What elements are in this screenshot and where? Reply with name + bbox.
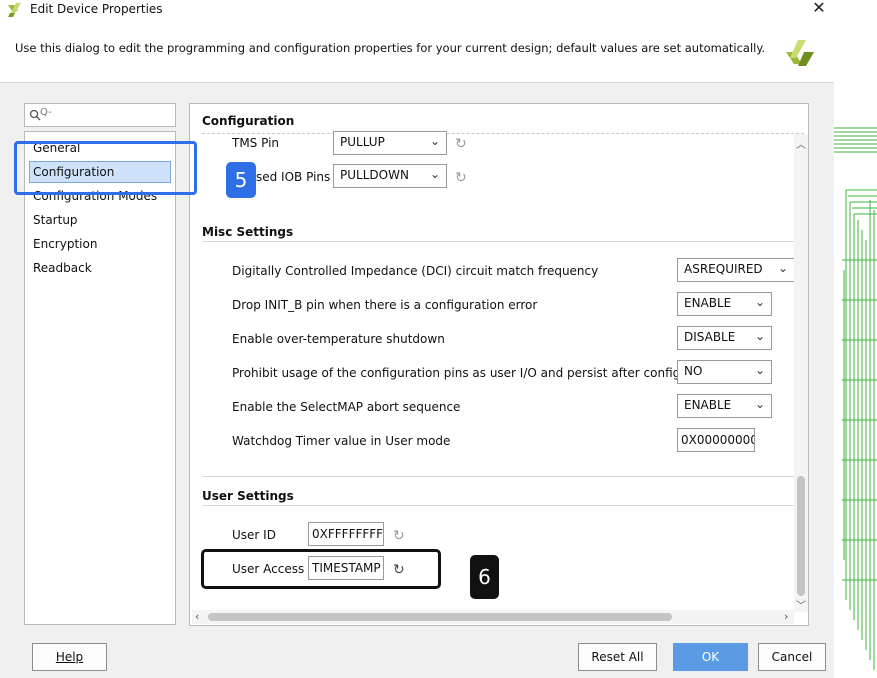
brand-logo-icon — [786, 40, 814, 66]
unused-iob-pins-value: PULLDOWN — [340, 168, 409, 182]
user-id-input[interactable]: 0XFFFFFFFF — [308, 522, 384, 546]
edit-device-properties-dialog: Edit Device Properties ✕ Use this dialog… — [0, 0, 834, 678]
chevron-down-icon: ⌄ — [429, 167, 440, 181]
chevron-down-icon: ⌄ — [754, 397, 765, 411]
search-input[interactable]: Q- — [24, 103, 176, 127]
ok-button-label: OK — [701, 650, 720, 664]
vertical-scrollbar[interactable]: ︿ ﹀ — [794, 134, 808, 612]
drop-init-b-select[interactable]: ENABLE ⌄ — [677, 292, 772, 316]
refresh-icon[interactable]: ↻ — [393, 529, 407, 543]
properties-panel: Configuration TMS Pin PULLUP ⌄ ↻ Unused … — [189, 103, 809, 626]
section-divider — [202, 476, 795, 477]
title-bar: Edit Device Properties ✕ — [0, 0, 834, 20]
scroll-right-icon[interactable]: › — [784, 610, 788, 623]
configuration-section-title: Configuration — [202, 114, 295, 128]
scroll-down-icon[interactable]: ﹀ — [796, 597, 806, 612]
reset-all-button-label: Reset All — [591, 650, 644, 664]
section-divider — [202, 133, 804, 134]
description-band: Use this dialog to edit the programming … — [0, 20, 834, 83]
tms-pin-select[interactable]: PULLUP ⌄ — [333, 131, 447, 155]
selectmap-abort-select[interactable]: ENABLE ⌄ — [677, 394, 772, 418]
dialog-description: Use this dialog to edit the programming … — [15, 41, 766, 55]
window-title: Edit Device Properties — [30, 2, 163, 16]
search-placeholder: Q- — [40, 107, 52, 118]
watchdog-timer-label: Watchdog Timer value in User mode — [232, 434, 451, 448]
cancel-button-label: Cancel — [771, 650, 813, 664]
chevron-down-icon: ⌄ — [777, 261, 788, 275]
selectmap-abort-value: ENABLE — [684, 398, 732, 412]
refresh-icon[interactable]: ↻ — [455, 171, 469, 185]
cancel-button[interactable]: Cancel — [758, 643, 826, 671]
nav-item-readback[interactable]: Readback — [33, 261, 92, 275]
refresh-icon[interactable]: ↻ — [455, 137, 469, 151]
nav-item-startup[interactable]: Startup — [33, 213, 78, 227]
scroll-left-icon[interactable]: ‹ — [195, 610, 199, 623]
prohibit-config-pins-value: NO — [684, 364, 703, 378]
help-button-label: Help — [55, 650, 84, 664]
step6-highlight-box — [201, 549, 441, 589]
selectmap-abort-label: Enable the SelectMAP abort sequence — [232, 400, 461, 414]
chevron-down-icon: ⌄ — [754, 363, 765, 377]
drop-init-b-label: Drop INIT_B pin when there is a configur… — [232, 298, 538, 312]
help-button[interactable]: Help — [32, 643, 107, 671]
user-id-label: User ID — [232, 528, 276, 542]
misc-section-title: Misc Settings — [202, 225, 294, 239]
reset-all-button[interactable]: Reset All — [578, 643, 657, 671]
vertical-scroll-thumb[interactable] — [797, 476, 805, 596]
drop-init-b-value: ENABLE — [684, 296, 732, 310]
horizontal-scrollbar[interactable]: ‹ › — [192, 610, 794, 624]
category-list: General Configuration Configuration Mode… — [24, 131, 176, 625]
chevron-down-icon: ⌄ — [429, 134, 440, 148]
ok-button[interactable]: OK — [673, 643, 748, 671]
over-temp-shutdown-select[interactable]: DISABLE ⌄ — [677, 326, 772, 350]
chevron-down-icon: ⌄ — [754, 329, 765, 343]
section-divider — [202, 241, 795, 242]
layout-routing-graphic — [834, 127, 877, 670]
scroll-up-icon[interactable]: ︿ — [796, 136, 806, 151]
over-temp-shutdown-value: DISABLE — [684, 330, 736, 344]
close-icon[interactable]: ✕ — [808, 0, 830, 18]
tms-pin-value: PULLUP — [340, 135, 385, 149]
watchdog-timer-input[interactable]: 0X00000000 — [677, 428, 755, 452]
background-layout-view — [834, 0, 877, 678]
over-temp-shutdown-label: Enable over-temperature shutdown — [232, 332, 445, 346]
section-divider — [202, 505, 795, 506]
horizontal-scroll-thumb[interactable] — [208, 613, 672, 621]
dci-frequency-select[interactable]: ASREQUIRED ⌄ — [677, 258, 795, 282]
app-logo-icon — [8, 3, 21, 17]
unused-iob-pins-select[interactable]: PULLDOWN ⌄ — [333, 164, 447, 188]
chevron-down-icon: ⌄ — [754, 295, 765, 309]
step6-badge: 6 — [470, 555, 499, 599]
nav-item-encryption[interactable]: Encryption — [33, 237, 97, 251]
prohibit-config-pins-select[interactable]: NO ⌄ — [677, 360, 772, 384]
dci-frequency-label: Digitally Controlled Impedance (DCI) cir… — [232, 264, 599, 278]
user-settings-section-title: User Settings — [202, 489, 294, 503]
step5-badge: 5 — [226, 162, 256, 198]
prohibit-config-pins-label: Prohibit usage of the configuration pins… — [232, 366, 724, 380]
step5-highlight-box — [14, 141, 197, 195]
dci-frequency-value: ASREQUIRED — [684, 262, 763, 276]
tms-pin-label: TMS Pin — [232, 136, 280, 150]
